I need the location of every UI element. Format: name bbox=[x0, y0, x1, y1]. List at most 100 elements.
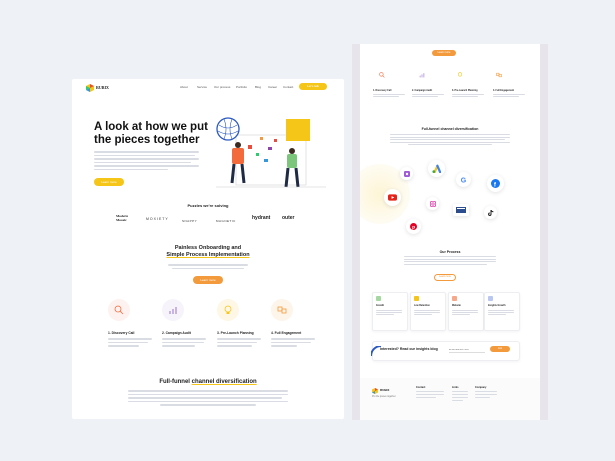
step-2: 2. Campaign Audit bbox=[162, 331, 206, 347]
puzzle-icon bbox=[496, 72, 502, 78]
step-3: 3. Pre-Launch Planning bbox=[217, 331, 261, 347]
youtube-icon bbox=[388, 194, 397, 201]
channel-google-ads bbox=[428, 160, 445, 177]
hero-title-line1: A look at how we put bbox=[94, 121, 208, 133]
channel-heading: Full-funnel channel diversification bbox=[72, 379, 344, 385]
nav-cta-button[interactable]: Let's talk bbox=[299, 83, 327, 90]
hexagon-logo-icon bbox=[86, 84, 94, 92]
channel-youtube bbox=[384, 189, 401, 206]
onboarding-title-line2: Simple Process Implementation bbox=[166, 252, 250, 258]
lightbulb-icon bbox=[457, 72, 463, 77]
flag-icon bbox=[452, 296, 457, 301]
document-icon bbox=[414, 296, 419, 301]
puzzle-icon bbox=[277, 306, 287, 314]
channel-linkedin bbox=[453, 204, 469, 216]
onboarding-learn-more-button[interactable]: Learn more bbox=[193, 276, 223, 284]
channel-facebook: f bbox=[487, 175, 504, 192]
mini-step-1: 1. Discovery Call bbox=[373, 90, 405, 97]
partner-logo-6: outer bbox=[282, 215, 295, 221]
mini-step-4: 4. Full Engagement bbox=[493, 90, 525, 97]
check-icon bbox=[376, 296, 381, 301]
top-learn-more-button[interactable]: Learn more bbox=[432, 50, 456, 56]
process-heading: Our Process bbox=[439, 250, 461, 254]
main-nav: About Service Our process Portfolio Blog… bbox=[180, 85, 296, 91]
hero-illustration bbox=[216, 117, 326, 188]
site-logo[interactable]: RUBIX bbox=[86, 84, 116, 92]
chart-icon bbox=[169, 307, 177, 314]
footer-col-contact: Contact bbox=[416, 386, 444, 398]
process-card-3[interactable]: Website bbox=[448, 292, 484, 331]
footer-col-company: Company bbox=[475, 386, 497, 398]
partner-logo-1: Modern Mosaic bbox=[116, 214, 129, 222]
step-2-label: 2. Campaign Audit bbox=[162, 331, 191, 335]
mini-step-4-label: 4. Full Engagement bbox=[493, 90, 515, 92]
process-description bbox=[404, 256, 496, 265]
step-4-label: 4. Full Engagement bbox=[271, 331, 302, 335]
newsletter-join-button[interactable]: Join bbox=[490, 346, 510, 352]
footer-col-company-title: Company bbox=[475, 386, 487, 389]
step-1: 1. Discovery Call bbox=[108, 331, 152, 347]
process-card-1[interactable]: Growth bbox=[372, 292, 408, 331]
hero-learn-more-button[interactable]: Learn more bbox=[94, 178, 124, 186]
insights-icon bbox=[488, 296, 493, 301]
right-page: Learn more 1. Discovery Call 2. Campaign… bbox=[360, 44, 540, 420]
onboarding-title-line1: Painless Onboarding and bbox=[174, 245, 242, 251]
process-card-2-title: Low Retention bbox=[414, 305, 430, 307]
process-card-2[interactable]: Low Retention bbox=[410, 292, 446, 331]
instagram-icon bbox=[429, 200, 436, 207]
nav-link-service[interactable]: Service bbox=[197, 85, 207, 89]
hero-description bbox=[94, 151, 199, 170]
channel-heading-plain: Full-funnel bbox=[159, 379, 190, 385]
step-icon-4 bbox=[271, 299, 293, 321]
nav-link-process[interactable]: Our process bbox=[214, 85, 230, 89]
channel-pinterest: p bbox=[406, 219, 421, 234]
process-learn-more-button[interactable]: Learn more bbox=[434, 274, 456, 281]
process-card-4-title: Insights Growth bbox=[488, 305, 506, 307]
mini-step-3: 3. Pre-Launch Planning bbox=[452, 90, 484, 97]
channel-tiktok bbox=[484, 206, 497, 219]
pinterest-icon: p bbox=[410, 223, 417, 230]
step-1-label: 1. Discovery Call bbox=[108, 331, 135, 335]
search-icon bbox=[114, 305, 124, 315]
mini-step-3-label: 3. Pre-Launch Planning bbox=[452, 90, 478, 92]
step-3-label: 3. Pre-Launch Planning bbox=[217, 331, 254, 335]
tiktok-icon bbox=[487, 209, 493, 216]
nav-link-career[interactable]: Career bbox=[268, 85, 277, 89]
step-4: 4. Full Engagement bbox=[271, 331, 315, 347]
podcasts-icon bbox=[403, 170, 410, 177]
linkedin-icon bbox=[456, 207, 466, 213]
process-card-3-title: Website bbox=[452, 305, 461, 307]
mini-step-1-label: 1. Discovery Call bbox=[373, 90, 392, 92]
nav-link-portfolio[interactable]: Portfolio bbox=[236, 85, 247, 89]
svg-text:p: p bbox=[412, 226, 415, 230]
mini-step-2-label: 2. Campaign Audit bbox=[412, 90, 433, 92]
onboarding-description bbox=[168, 264, 248, 269]
nav-link-blog[interactable]: Blog bbox=[255, 85, 261, 89]
step-icon-3 bbox=[217, 299, 239, 321]
step-icon-1 bbox=[108, 299, 130, 321]
footer-col-links-title: Links bbox=[452, 386, 459, 389]
hero-title: A look at how we put the pieces together bbox=[94, 121, 234, 147]
channels-description bbox=[390, 134, 510, 145]
partners-heading: Puzzles we're solving bbox=[187, 203, 229, 208]
google-ads-icon bbox=[432, 164, 441, 173]
channel-podcasts bbox=[400, 167, 413, 180]
hero-title-line2: the pieces together bbox=[94, 134, 200, 146]
channels-heading: Full-funnel channel diversification bbox=[421, 127, 479, 131]
partner-logo-5: hydrant bbox=[252, 215, 271, 221]
newsletter-heading: Interested? Read our insights blog bbox=[380, 347, 438, 351]
partner-logo-2: MOXIETY bbox=[146, 217, 169, 221]
partner-logos: Modern Mosaic MOXIETY SNAPPY MAGNETIC hy… bbox=[116, 214, 306, 226]
chart-icon bbox=[419, 73, 425, 78]
footer-brand: RUBIX bbox=[380, 388, 390, 392]
channel-description bbox=[128, 390, 288, 406]
lightbulb-icon bbox=[224, 305, 232, 314]
footer-col-links: Links bbox=[452, 386, 468, 401]
nav-link-about[interactable]: About bbox=[180, 85, 188, 89]
nav-link-contact[interactable]: Contact bbox=[283, 85, 293, 89]
svg-text:G: G bbox=[461, 177, 467, 183]
process-card-4[interactable]: Insights Growth bbox=[484, 292, 520, 331]
partner-logo-4: MAGNETIC bbox=[216, 219, 236, 223]
newsletter-email-input[interactable] bbox=[449, 347, 485, 353]
channel-heading-highlight: channel diversification bbox=[191, 379, 257, 385]
